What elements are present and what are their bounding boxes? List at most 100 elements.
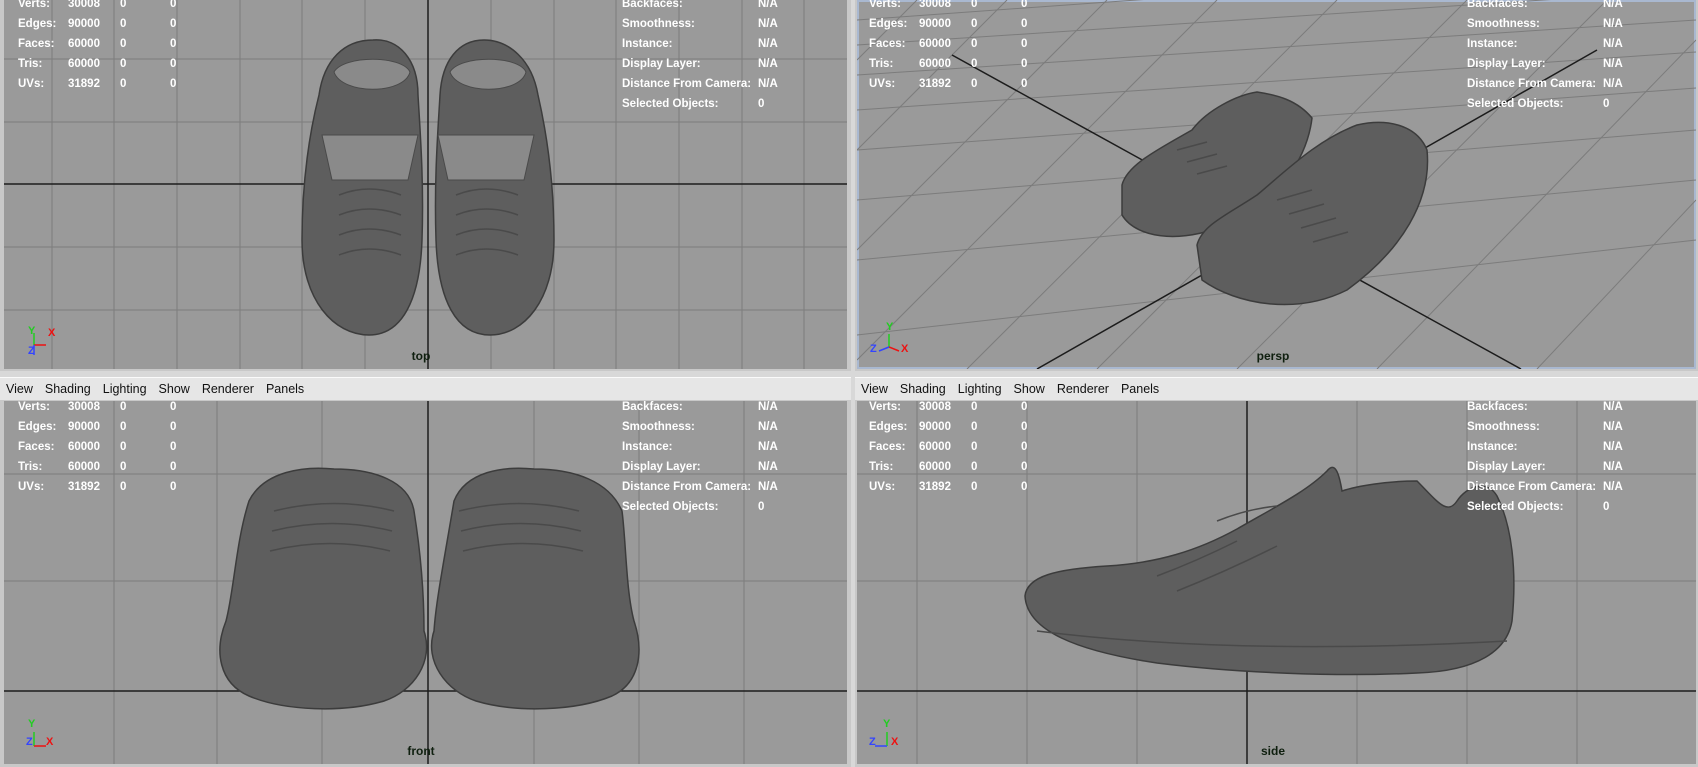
stat-value: 0 [971,401,978,413]
info-row: Selected Objects: 0 [622,94,778,114]
stat-row: Tris: 60000 0 0 [18,54,176,74]
menu-view[interactable]: View [6,382,33,396]
stat-value: 0 [971,461,978,473]
stat-value: 90000 [919,18,951,30]
info-row: Selected Objects: 0 [1467,94,1623,114]
viewport-persp[interactable]: Verts: 30008 0 0 Edges: 90000 0 0 Faces: 60000 0… [857,0,1696,369]
info-row: Instance: N/A [622,437,778,457]
menu-lighting[interactable]: Lighting [958,382,1002,396]
info-row: Display Layer: N/A [1467,54,1623,74]
stat-value: 0 [971,38,978,50]
viewport-pane-persp[interactable]: Verts: 30008 0 0 Edges: 90000 0 0 Faces: 60000 0… [855,0,1698,371]
info-value: N/A [758,481,778,493]
menu-panels[interactable]: Panels [1121,382,1159,396]
menu-show[interactable]: Show [159,382,190,396]
stat-row: Faces: 60000 0 0 [869,437,1027,457]
info-value: N/A [758,401,778,413]
stat-row: Faces: 60000 0 0 [18,34,176,54]
stat-value: 0 [1021,78,1028,90]
menu-renderer[interactable]: Renderer [202,382,254,396]
stat-label: Faces: [869,38,906,50]
stat-row: Edges: 90000 0 0 [18,14,176,34]
pane-splitter-vertical[interactable] [851,0,855,767]
info-row: Backfaces: N/A [622,0,778,14]
camera-label: top [411,349,431,363]
stat-value: 0 [120,58,127,70]
menu-shading[interactable]: Shading [45,382,91,396]
pane-splitter-horizontal[interactable] [0,371,1698,377]
info-value: N/A [758,0,778,10]
axis-y-label: Y [28,718,36,730]
viewport-pane-top[interactable]: Verts: 30008 0 0 Edges: 90000 0 0 Faces: 60000 0… [0,0,851,371]
menu-renderer[interactable]: Renderer [1057,382,1109,396]
axis-gizmo: Y X Z [24,325,64,359]
stat-value: 0 [170,461,177,473]
viewport-front[interactable]: Verts: 30008 0 0 Edges: 90000 0 0 Faces: 60000 0… [4,401,847,764]
stat-label: Tris: [869,461,894,473]
info-label: Display Layer: [622,461,701,473]
viewport-pane-side[interactable]: View Shading Lighting Show Renderer Pane… [855,377,1698,767]
info-value: N/A [758,38,778,50]
stat-value: 0 [170,18,177,30]
info-label: Smoothness: [622,421,695,433]
stat-value: 60000 [919,441,951,453]
stat-value: 0 [120,461,127,473]
camera-label: persp [1256,349,1290,363]
stat-label: UVs: [18,78,45,90]
stat-value: 0 [1021,38,1028,50]
stat-row: Edges: 90000 0 0 [869,417,1027,437]
camera-label: front [407,744,435,758]
axis-x-label: X [901,343,909,355]
info-value: N/A [1603,0,1623,10]
info-row: Selected Objects: 0 [1467,497,1623,517]
info-value: 0 [758,98,765,110]
menu-shading[interactable]: Shading [900,382,946,396]
stat-label: Verts: [18,401,50,413]
info-row: Backfaces: N/A [1467,0,1623,14]
shoe-mesh-front [219,467,640,710]
stat-row: Edges: 90000 0 0 [869,14,1027,34]
stat-value: 0 [1021,461,1028,473]
info-row: Instance: N/A [1467,437,1623,457]
stat-value: 0 [971,58,978,70]
stat-value: 90000 [68,421,100,433]
info-value: N/A [1603,401,1623,413]
info-row: Selected Objects: 0 [622,497,778,517]
stat-label: Faces: [869,441,906,453]
stat-value: 60000 [68,441,100,453]
info-value: N/A [758,58,778,70]
stat-row: UVs: 31892 0 0 [18,74,176,94]
stat-row: Tris: 60000 0 0 [869,54,1027,74]
shoe-mesh-persp [1121,91,1429,306]
info-label: Instance: [622,38,673,50]
info-row: Smoothness: N/A [622,417,778,437]
menu-show[interactable]: Show [1014,382,1045,396]
info-label: Distance From Camera: [1467,481,1597,493]
info-row: Smoothness: N/A [622,14,778,34]
info-value: N/A [758,421,778,433]
viewport-pane-front[interactable]: View Shading Lighting Show Renderer Pane… [0,377,851,767]
info-value: N/A [758,461,778,473]
info-label: Distance From Camera: [622,78,752,90]
menu-lighting[interactable]: Lighting [103,382,147,396]
info-row: Display Layer: N/A [622,457,778,477]
info-value: N/A [758,18,778,30]
menu-panels[interactable]: Panels [266,382,304,396]
stat-label: Edges: [869,18,908,30]
info-value: N/A [1603,58,1623,70]
info-label: Instance: [1467,441,1518,453]
axis-y-label: Y [886,321,894,333]
stat-value: 0 [120,78,127,90]
stat-value: 0 [971,0,978,10]
viewport-top[interactable]: Verts: 30008 0 0 Edges: 90000 0 0 Faces: 60000 0… [4,0,847,369]
viewport-side[interactable]: Verts: 30008 0 0 Edges: 90000 0 0 Faces: 60000 0… [857,401,1696,764]
stat-row: Verts: 30008 0 0 [869,0,1027,14]
info-row: Display Layer: N/A [622,54,778,74]
stat-row: Faces: 60000 0 0 [18,437,176,457]
info-row: Backfaces: N/A [1467,401,1623,417]
menu-view[interactable]: View [861,382,888,396]
stat-row: Tris: 60000 0 0 [18,457,176,477]
object-info-hud: Backfaces: N/A Smoothness: N/A Instance: N/… [1467,0,1623,114]
axis-x-label: X [48,327,56,339]
axis-y-label: Y [28,325,36,337]
